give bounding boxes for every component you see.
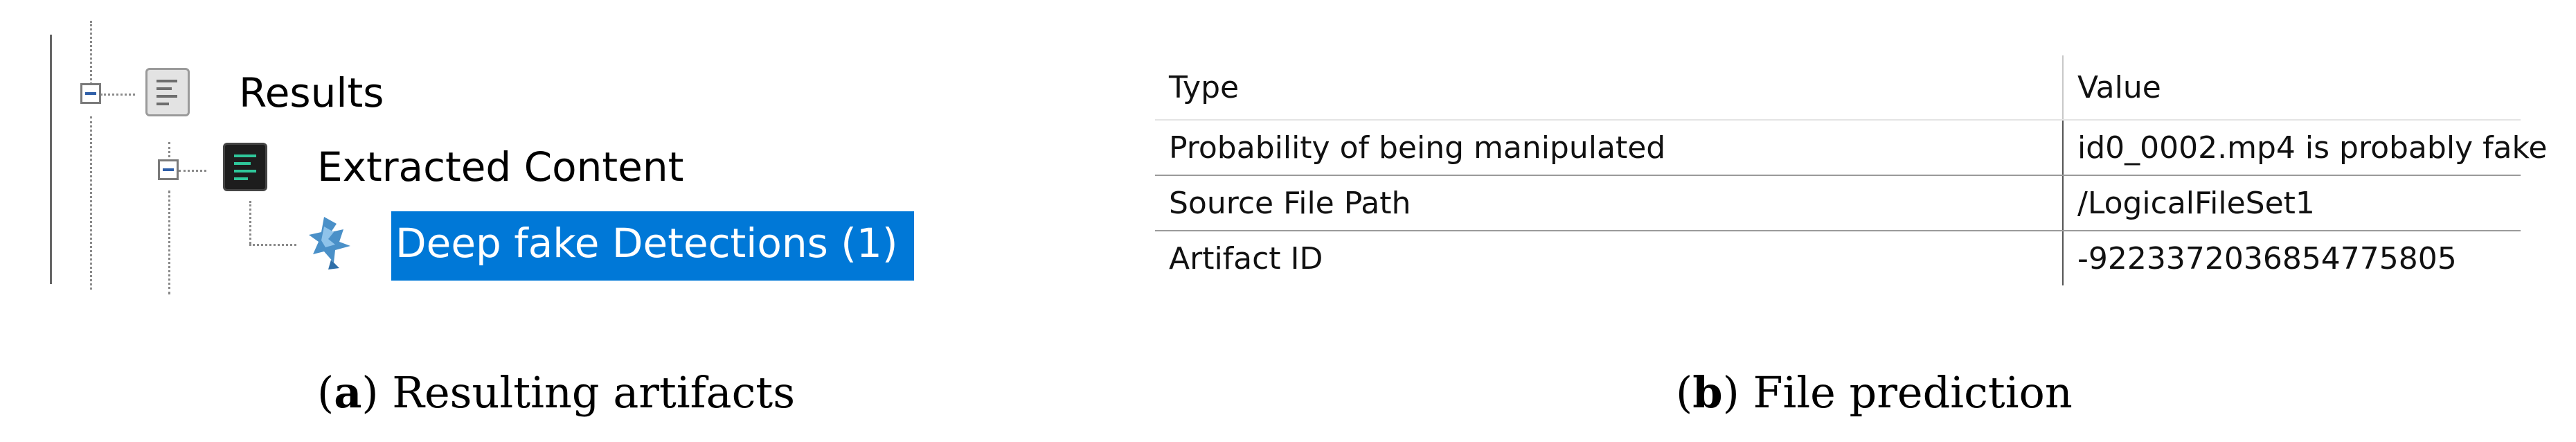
tree-connector — [249, 201, 251, 244]
table-row[interactable]: Source File Path /LogicalFileSet1 — [1155, 176, 2521, 231]
table-cell-value: -9223372036854775805 — [2062, 231, 2521, 285]
collapse-results-button[interactable] — [80, 83, 101, 104]
caption-text: Resulting artifacts — [378, 367, 796, 418]
tree-item-label: Deep fake Detections (1) — [395, 220, 898, 267]
caption-a: (a) Resulting artifacts — [317, 367, 796, 418]
column-header-type[interactable]: Type — [1155, 55, 2062, 119]
tree-view: Results Extracted Content Deep fake Dete… — [0, 0, 969, 298]
column-header-value[interactable]: Value — [2062, 55, 2521, 119]
tree-connector — [90, 116, 92, 290]
table-cell-type: Probability of being manipulated — [1169, 130, 1666, 166]
results-icon — [145, 68, 190, 116]
table-row[interactable]: Artifact ID -9223372036854775805 — [1155, 231, 2521, 285]
caption-text: File prediction — [1739, 367, 2073, 418]
tree-item-extracted-content[interactable]: Extracted Content — [317, 147, 683, 187]
table-cell-type: Source File Path — [1169, 185, 1411, 221]
table-row[interactable]: Probability of being manipulated id0_000… — [1155, 121, 2548, 176]
table-header: Type Value — [1155, 55, 2521, 121]
minus-icon — [163, 168, 174, 171]
tree-item-results[interactable]: Results — [239, 73, 384, 113]
minus-icon — [85, 92, 96, 95]
tree-connector — [168, 191, 170, 294]
tree-connector — [100, 94, 135, 96]
collapse-extracted-content-button[interactable] — [158, 159, 179, 180]
tree-connector — [249, 244, 296, 246]
extracted-content-icon — [223, 143, 267, 191]
table-cell-value: /LogicalFileSet1 — [2062, 176, 2521, 230]
table-cell-type: Artifact ID — [1169, 240, 1323, 276]
table-cell-value: id0_0002.mp4 is probably fake — [2062, 121, 2548, 175]
tree-item-deep-fake-detections[interactable]: Deep fake Detections (1) — [391, 211, 914, 281]
file-prediction-table: Type Value Probability of being manipula… — [1155, 55, 2548, 290]
tree-left-border — [50, 35, 52, 284]
tree-connector — [179, 170, 206, 172]
caption-letter: a — [334, 367, 362, 418]
caption-letter: b — [1692, 367, 1723, 418]
deep-fake-detection-icon — [309, 217, 350, 269]
caption-b: (b) File prediction — [1676, 367, 2073, 418]
